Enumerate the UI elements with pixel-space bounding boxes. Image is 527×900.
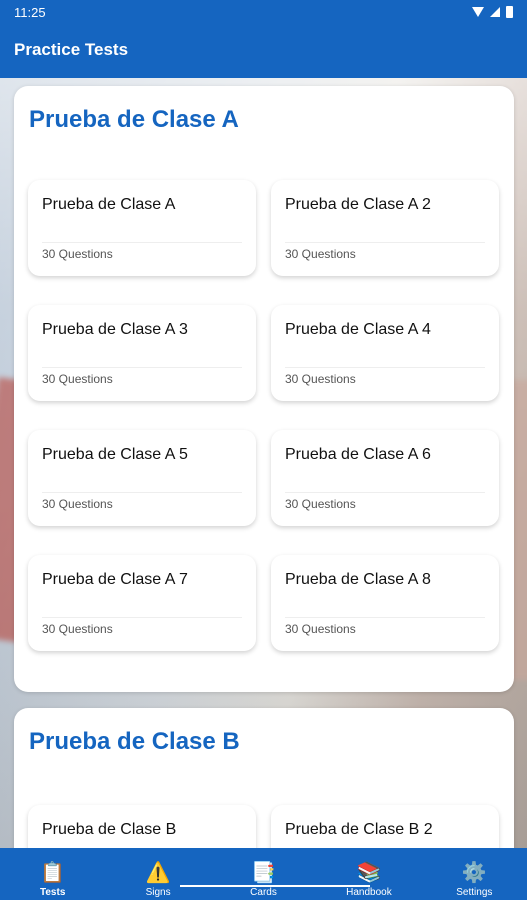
- status-bar: 11:25: [0, 0, 527, 24]
- nav-signs[interactable]: ⚠️ Signs: [105, 848, 210, 900]
- test-title: Prueba de Clase A: [42, 196, 176, 213]
- test-card[interactable]: Prueba de Clase A 5 30 Questions: [28, 430, 256, 526]
- nav-cards[interactable]: 📑 Cards: [211, 848, 316, 900]
- wifi-icon: [472, 7, 484, 17]
- question-count: 30 Questions: [285, 372, 356, 386]
- test-card[interactable]: Prueba de Clase A 4 30 Questions: [271, 305, 499, 401]
- nav-label: Cards: [250, 887, 277, 898]
- nav-label: Signs: [145, 887, 171, 898]
- nav-tests[interactable]: 📋 Tests: [0, 848, 105, 900]
- question-count: 30 Questions: [42, 622, 113, 636]
- section-title: Prueba de Clase A: [29, 106, 239, 133]
- test-title: Prueba de Clase A 7: [42, 571, 188, 588]
- test-title: Prueba de Clase A 4: [285, 321, 431, 338]
- divider: [42, 367, 242, 368]
- divider: [285, 492, 485, 493]
- test-card[interactable]: Prueba de Clase A 3 30 Questions: [28, 305, 256, 401]
- books-icon: 📚: [356, 862, 382, 884]
- flashcards-icon: 📑: [251, 862, 276, 884]
- question-count: 30 Questions: [42, 497, 113, 511]
- gear-icon: ⚙️: [461, 862, 487, 884]
- divider: [285, 242, 485, 243]
- question-count: 30 Questions: [42, 372, 113, 386]
- bottom-navigation: 📋 Tests ⚠️ Signs 📑 Cards 📚 Handbook ⚙️ S…: [0, 848, 527, 900]
- test-card[interactable]: Prueba de Clase A 6 30 Questions: [271, 430, 499, 526]
- divider: [285, 367, 485, 368]
- battery-icon: [506, 6, 513, 18]
- test-card[interactable]: Prueba de Clase A 2 30 Questions: [271, 180, 499, 276]
- question-count: 30 Questions: [42, 247, 113, 261]
- section-class-a: Prueba de Clase A Prueba de Clase A 30 Q…: [14, 86, 514, 692]
- cell-signal-icon: [490, 7, 500, 17]
- question-count: 30 Questions: [285, 247, 356, 261]
- test-title: Prueba de Clase A 2: [285, 196, 431, 213]
- test-card[interactable]: Prueba de Clase A 30 Questions: [28, 180, 256, 276]
- test-title: Prueba de Clase A 3: [42, 321, 188, 338]
- divider: [285, 617, 485, 618]
- test-card[interactable]: Prueba de Clase A 8 30 Questions: [271, 555, 499, 651]
- nav-handbook[interactable]: 📚 Handbook: [316, 848, 421, 900]
- page-title: Practice Tests: [14, 40, 129, 59]
- test-title: Prueba de Clase A 8: [285, 571, 431, 588]
- test-title: Prueba de Clase B: [42, 821, 177, 838]
- question-count: 30 Questions: [285, 622, 356, 636]
- status-icons: [472, 6, 513, 18]
- home-indicator: [180, 885, 370, 887]
- test-title: Prueba de Clase B 2: [285, 821, 433, 838]
- test-title: Prueba de Clase A 6: [285, 446, 431, 463]
- section-title: Prueba de Clase B: [29, 728, 240, 755]
- nav-label: Tests: [40, 887, 66, 898]
- divider: [42, 617, 242, 618]
- divider: [42, 242, 242, 243]
- divider: [42, 492, 242, 493]
- status-time: 11:25: [14, 4, 46, 20]
- clipboard-icon: 📋: [40, 862, 66, 884]
- question-count: 30 Questions: [285, 497, 356, 511]
- warning-sign-icon: ⚠️: [145, 862, 171, 884]
- nav-label: Handbook: [346, 887, 392, 898]
- top-bar: 11:25 Practice Tests: [0, 0, 527, 78]
- nav-label: Settings: [456, 887, 493, 898]
- test-title: Prueba de Clase A 5: [42, 446, 188, 463]
- test-card[interactable]: Prueba de Clase A 7 30 Questions: [28, 555, 256, 651]
- nav-settings[interactable]: ⚙️ Settings: [422, 848, 527, 900]
